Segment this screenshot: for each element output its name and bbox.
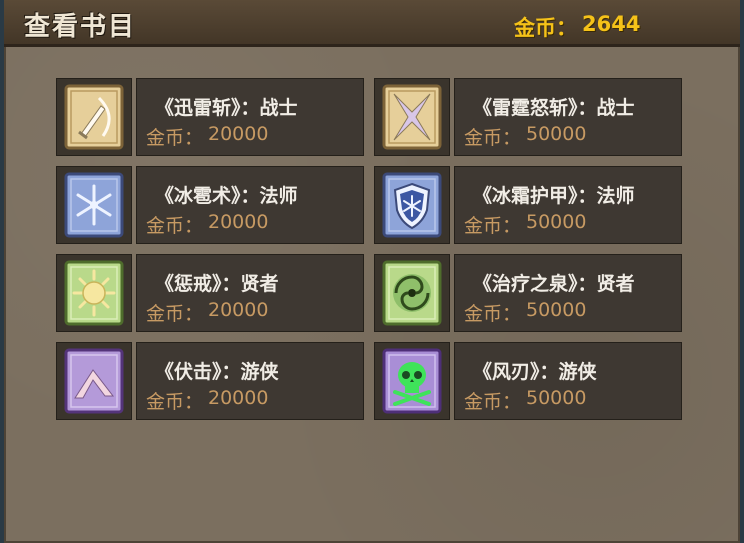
book-info: 《雷霆怒斩》：战士 金币： 50000 (454, 78, 682, 156)
window-title: 查看书目 (24, 12, 137, 42)
cost-label: 金币： (146, 303, 204, 325)
frost-shield-icon (382, 172, 442, 238)
cross-star-icon (382, 84, 442, 150)
book-info: 《伏击》：游侠 金币： 20000 (136, 342, 364, 420)
book-name: 《冰雹术》：法师 (155, 185, 298, 207)
cost-label: 金币： (464, 303, 522, 325)
book-icon-frame (56, 342, 132, 420)
book-list-window: 查看书目 金币： 2644 《迅雷斩》：战士 金币： 20000 《雷霆怒斩》：… (4, 0, 740, 543)
book-name: 《迅雷斩》：战士 (155, 97, 298, 119)
snowflake-icon (64, 172, 124, 238)
book-icon-frame (56, 78, 132, 156)
book-info: 《治疗之泉》：贤者 金币： 50000 (454, 254, 682, 332)
book-cost: 50000 (526, 211, 587, 233)
book-cost: 20000 (208, 387, 269, 409)
book-cost: 50000 (526, 387, 587, 409)
book-icon-frame (374, 166, 450, 244)
cost-label: 金币： (464, 391, 522, 413)
skull-icon (382, 348, 442, 414)
book-info: 《冰霜护甲》：法师 金币： 50000 (454, 166, 682, 244)
book-info: 《迅雷斩》：战士 金币： 20000 (136, 78, 364, 156)
book-name: 《治疗之泉》：贤者 (473, 273, 635, 295)
cost-label: 金币： (464, 215, 522, 237)
book-name: 《冰霜护甲》：法师 (473, 185, 635, 207)
book-cost: 20000 (208, 123, 269, 145)
book-info: 《冰雹术》：法师 金币： 20000 (136, 166, 364, 244)
book-info: 《风刃》：游侠 金币： 50000 (454, 342, 682, 420)
cost-label: 金币： (464, 127, 522, 149)
cost-label: 金币： (146, 391, 204, 413)
gold-value: 2644 (582, 12, 641, 36)
sun-icon (64, 260, 124, 326)
sword-slash-icon (64, 84, 124, 150)
book-cost: 50000 (526, 299, 587, 321)
cost-label: 金币： (146, 127, 204, 149)
gold-label: 金币： (514, 16, 577, 40)
book-icon-frame (56, 254, 132, 332)
book-cost: 50000 (526, 123, 587, 145)
book-name: 《惩戒》：贤者 (155, 273, 279, 295)
swirl-icon (382, 260, 442, 326)
book-icon-frame (374, 78, 450, 156)
cost-label: 金币： (146, 215, 204, 237)
book-name: 《风刃》：游侠 (473, 361, 597, 383)
book-cost: 20000 (208, 299, 269, 321)
book-cost: 20000 (208, 211, 269, 233)
book-info: 《惩戒》：贤者 金币： 20000 (136, 254, 364, 332)
book-name: 《雷霆怒斩》：战士 (473, 97, 635, 119)
book-icon-frame (374, 254, 450, 332)
mountain-icon (64, 348, 124, 414)
book-icon-frame (374, 342, 450, 420)
book-name: 《伏击》：游侠 (155, 361, 279, 383)
header-bar: 查看书目 金币： 2644 (4, 0, 740, 47)
book-icon-frame (56, 166, 132, 244)
